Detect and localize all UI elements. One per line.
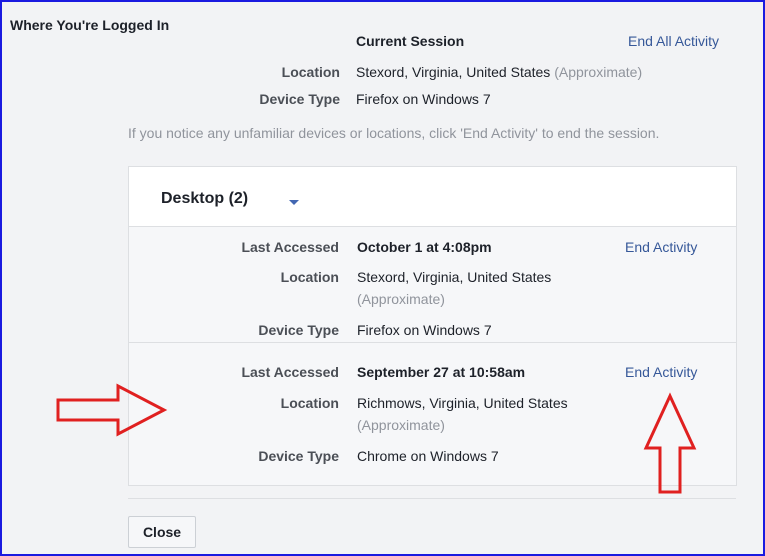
device-type-label: Device Type xyxy=(259,91,340,107)
end-all-activity-link[interactable]: End All Activity xyxy=(628,33,719,49)
device-type-value: Chrome on Windows 7 xyxy=(357,448,499,464)
desktop-title: Desktop (2) xyxy=(161,190,249,207)
device-type-value: Firefox on Windows 7 xyxy=(357,322,492,338)
last-accessed-value: October 1 at 4:08pm xyxy=(357,239,492,255)
current-session-heading: Current Session xyxy=(356,33,465,49)
location-value: Stexord, Virginia, United States xyxy=(357,269,552,285)
close-button[interactable]: Close xyxy=(128,516,196,548)
current-location-value: Stexord, Virginia, United States xyxy=(356,64,551,80)
location-label: Location xyxy=(280,269,339,285)
current-device-value: Firefox on Windows 7 xyxy=(356,91,491,107)
device-type-label: Device Type xyxy=(258,448,339,464)
end-activity-link[interactable]: End Activity xyxy=(625,364,697,380)
current-location-row: Location Stexord, Virginia, United State… xyxy=(2,64,763,84)
current-device-row: Device Type Firefox on Windows 7 xyxy=(2,91,763,111)
right-arrow-icon xyxy=(56,383,168,437)
footer-divider xyxy=(128,498,736,499)
device-type-label: Device Type xyxy=(258,322,339,338)
up-arrow-icon xyxy=(643,392,697,494)
approximate-note: (Approximate) xyxy=(357,291,445,307)
chevron-down-icon[interactable] xyxy=(289,200,299,205)
last-accessed-value: September 27 at 10:58am xyxy=(357,364,526,380)
end-activity-link[interactable]: End Activity xyxy=(625,239,697,255)
desktop-header[interactable]: Desktop (2) xyxy=(129,167,736,227)
notice-text: If you notice any unfamiliar devices or … xyxy=(128,125,660,141)
logged-in-dialog: Where You're Logged In Current Session E… xyxy=(0,0,765,556)
last-accessed-label: Last Accessed xyxy=(241,364,339,380)
location-value: Richmows, Virginia, United States xyxy=(357,395,568,411)
session-divider xyxy=(129,342,736,343)
location-label: Location xyxy=(281,64,340,80)
last-accessed-label: Last Accessed xyxy=(241,239,339,255)
approximate-note: (Approximate) xyxy=(357,417,445,433)
section-title: Where You're Logged In xyxy=(10,17,170,33)
approximate-note: (Approximate) xyxy=(554,64,643,80)
